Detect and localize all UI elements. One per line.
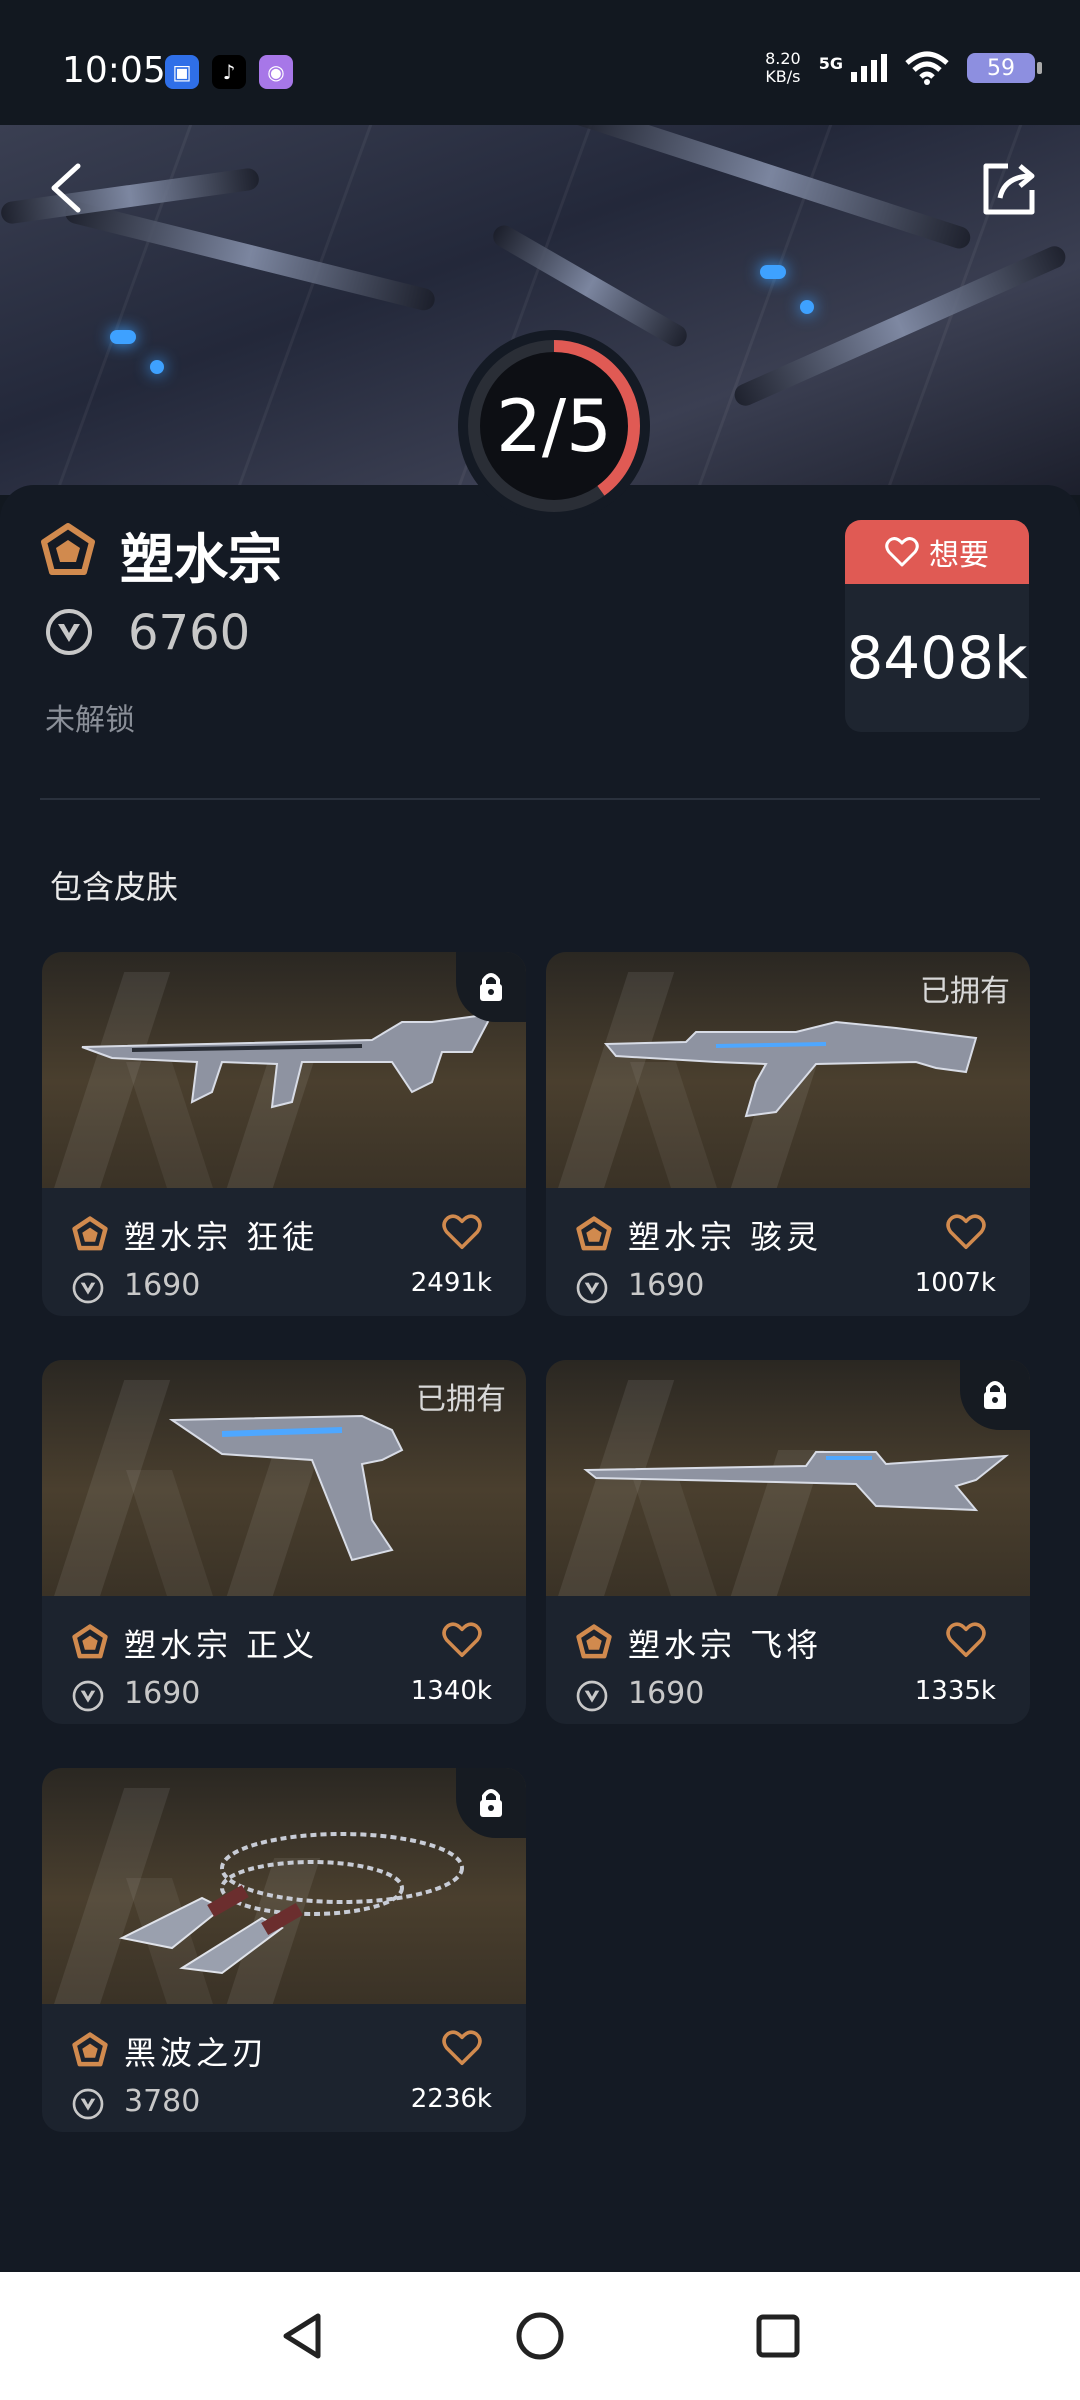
skin-name: 塑水宗 狂徒 bbox=[124, 1218, 319, 1256]
owned-label: 已拥有 bbox=[416, 1382, 506, 1417]
heart-icon[interactable] bbox=[946, 1214, 986, 1250]
tier-icon bbox=[72, 1216, 108, 1251]
skin-likes: 2491k bbox=[410, 1268, 492, 1298]
unlock-status: 未解锁 bbox=[45, 703, 135, 738]
app-notification-icon-2: ◉ bbox=[259, 55, 293, 89]
skin-price: 3780 bbox=[124, 2084, 201, 2119]
skin-card[interactable]: 塑水宗 狂徒 1690 2491k bbox=[42, 952, 526, 1316]
heart-icon[interactable] bbox=[442, 2030, 482, 2066]
net-speed: 8.20 KB/s bbox=[765, 50, 801, 86]
collection-progress-text: 2/5 bbox=[496, 384, 612, 468]
owned-label: 已拥有 bbox=[920, 974, 1010, 1009]
skin-likes: 1340k bbox=[410, 1676, 492, 1706]
skin-price: 1690 bbox=[628, 1268, 705, 1303]
skin-name: 塑水宗 骇灵 bbox=[628, 1218, 823, 1256]
tier-icon bbox=[41, 523, 95, 575]
skin-likes: 1335k bbox=[914, 1676, 996, 1706]
want-header: 想要 bbox=[845, 520, 1029, 584]
valorant-points-icon bbox=[576, 1680, 608, 1712]
skin-price: 1690 bbox=[124, 1268, 201, 1303]
valorant-points-icon bbox=[72, 2088, 104, 2120]
skin-card[interactable]: 塑水宗 飞将 1690 1335k bbox=[546, 1360, 1030, 1724]
signal-icon: 5G bbox=[819, 54, 887, 82]
skin-card[interactable]: 已拥有 塑水宗 骇灵 1690 1007k bbox=[546, 952, 1030, 1316]
net-speed-value: 8.20 bbox=[765, 49, 801, 68]
wifi-icon bbox=[905, 51, 949, 85]
skin-card[interactable]: 黑波之刃 3780 2236k bbox=[42, 1768, 526, 2132]
divider bbox=[40, 798, 1040, 800]
battery-indicator: 59 bbox=[967, 53, 1042, 83]
rifle-image bbox=[603, 1020, 978, 1118]
share-button[interactable] bbox=[978, 158, 1040, 220]
skin-image bbox=[42, 1768, 526, 2004]
skin-image bbox=[546, 1360, 1030, 1596]
skin-price: 1690 bbox=[628, 1676, 705, 1711]
status-bar: 10:05 ▣ ♪ ◉ 8.20 KB/s 5G 59 bbox=[0, 0, 1080, 125]
skin-name: 塑水宗 正义 bbox=[124, 1626, 319, 1664]
net-speed-unit: KB/s bbox=[765, 67, 801, 86]
tiktok-icon: ♪ bbox=[212, 55, 246, 89]
heart-icon[interactable] bbox=[946, 1622, 986, 1658]
skin-likes: 1007k bbox=[914, 1268, 996, 1298]
back-button[interactable] bbox=[40, 158, 100, 218]
network-type: 5G bbox=[818, 54, 843, 73]
valorant-points-icon bbox=[46, 609, 92, 655]
melee-image bbox=[118, 1832, 464, 1975]
included-skins-title: 包含皮肤 bbox=[50, 868, 179, 906]
skin-likes: 2236k bbox=[410, 2084, 492, 2114]
heart-icon[interactable] bbox=[442, 1622, 482, 1658]
want-label: 想要 bbox=[929, 538, 989, 573]
square-recents-icon bbox=[756, 2314, 800, 2358]
rifle-image bbox=[81, 1012, 494, 1109]
sniper-image bbox=[583, 1451, 1010, 1512]
app-notification-icon: ▣ bbox=[165, 55, 199, 89]
valorant-points-icon bbox=[72, 1272, 104, 1304]
tier-icon bbox=[72, 2032, 108, 2067]
triangle-back-icon bbox=[283, 2313, 321, 2359]
system-nav-bar bbox=[0, 2272, 1080, 2400]
tier-icon bbox=[72, 1624, 108, 1659]
nav-recents-button[interactable] bbox=[748, 2306, 808, 2366]
skin-price: 1690 bbox=[124, 1676, 201, 1711]
skin-image bbox=[42, 952, 526, 1188]
status-time: 10:05 bbox=[62, 50, 166, 91]
heart-icon bbox=[885, 537, 919, 567]
skin-name: 塑水宗 飞将 bbox=[628, 1626, 823, 1664]
heart-icon[interactable] bbox=[442, 1214, 482, 1250]
nav-back-button[interactable] bbox=[272, 2306, 332, 2366]
skin-card[interactable]: 已拥有 塑水宗 正义 1690 1340k bbox=[42, 1360, 526, 1724]
pistol-image bbox=[168, 1414, 404, 1562]
want-button[interactable]: 想要 8408k bbox=[845, 520, 1029, 732]
nav-home-button[interactable] bbox=[510, 2306, 570, 2366]
tier-icon bbox=[576, 1624, 612, 1659]
valorant-points-icon bbox=[72, 1680, 104, 1712]
want-count: 8408k bbox=[846, 624, 1028, 692]
valorant-points-icon bbox=[576, 1272, 608, 1304]
bundle-price: 6760 bbox=[128, 605, 251, 661]
circle-home-icon bbox=[516, 2312, 564, 2360]
tier-icon bbox=[576, 1216, 612, 1251]
bundle-title: 塑水宗 bbox=[120, 528, 282, 591]
skin-name: 黑波之刃 bbox=[124, 2034, 269, 2072]
